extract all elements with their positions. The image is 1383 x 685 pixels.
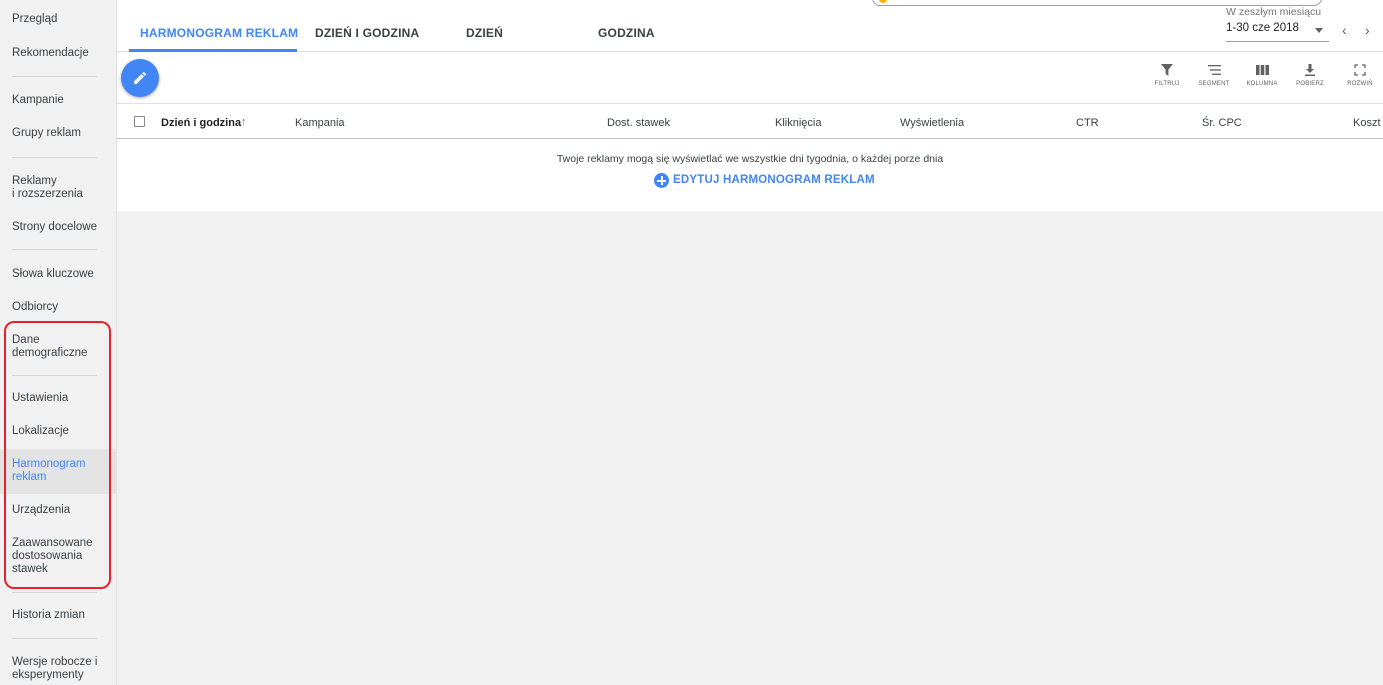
filter-label: FILTRUJ bbox=[1154, 81, 1180, 87]
sidebar-divider bbox=[12, 157, 97, 158]
download-button[interactable]: POBIERZ bbox=[1290, 64, 1330, 87]
pencil-icon bbox=[134, 71, 147, 84]
date-range-caption: W zeszłym miesiącu bbox=[1226, 6, 1322, 18]
main-panel: HARMONOGRAM REKLAM DZIEŃ I GODZINA DZIEŃ… bbox=[117, 0, 1383, 211]
filter-icon bbox=[1161, 64, 1173, 76]
date-range-underline bbox=[1226, 41, 1329, 42]
columns-label: KOLUMNA bbox=[1246, 81, 1278, 87]
column-header-sr-cpc[interactable]: Śr. CPC bbox=[1202, 117, 1242, 129]
sidebar-divider bbox=[12, 638, 97, 639]
column-header-dzien-i-godzina[interactable]: Dzień i godzina bbox=[161, 117, 241, 129]
column-header-koszt[interactable]: Koszt bbox=[1353, 117, 1381, 129]
tab-godzina[interactable]: GODZINA bbox=[598, 26, 655, 40]
sidebar-item-odbiorcy[interactable]: Odbiorcy bbox=[0, 301, 116, 314]
table-toolbar: FILTRUJ SEGMENT KOLUMNA POBIERZ ROZWIŃ bbox=[117, 52, 1383, 104]
sidebar-item-rekomendacje[interactable]: Rekomendacje bbox=[0, 47, 116, 60]
chevron-left-icon[interactable]: ‹ bbox=[1342, 22, 1347, 38]
column-header-klikniecia[interactable]: Kliknięcia bbox=[775, 117, 821, 129]
sidebar-item-kampanie[interactable]: Kampanie bbox=[0, 94, 116, 107]
sidebar-item-wersje-robocze[interactable]: Wersje robocze i eksperymenty bbox=[0, 656, 116, 682]
sidebar-item-lokalizacje[interactable]: Lokalizacje bbox=[0, 425, 116, 438]
tab-dzien-i-godzina[interactable]: DZIEŃ I GODZINA bbox=[315, 26, 419, 40]
sidebar-item-zaawansowane-dostosowania-stawek[interactable]: Zaawansowane dostosowania stawek bbox=[0, 537, 116, 576]
sidebar-item-slowa-kluczowe[interactable]: Słowa kluczowe bbox=[0, 268, 116, 281]
column-header-ctr[interactable]: CTR bbox=[1076, 117, 1099, 129]
sidebar-divider bbox=[12, 76, 97, 77]
sort-ascending-icon[interactable]: ↑ bbox=[241, 116, 247, 128]
sidebar-nav: Przegląd Rekomendacje Kampanie Grupy rek… bbox=[0, 0, 117, 685]
segment-button[interactable]: SEGMENT bbox=[1194, 64, 1234, 87]
chevron-right-icon[interactable]: › bbox=[1365, 22, 1370, 38]
sidebar-item-przeglad[interactable]: Przegląd bbox=[0, 13, 116, 26]
segment-label: SEGMENT bbox=[1198, 81, 1230, 87]
sidebar-item-historia-zmian[interactable]: Historia zmian bbox=[0, 609, 116, 622]
column-header-wyswietlenia[interactable]: Wyświetlenia bbox=[900, 117, 964, 129]
tab-dzien[interactable]: DZIEŃ bbox=[466, 26, 503, 40]
fullscreen-button[interactable]: ROZWIŃ bbox=[1340, 64, 1380, 87]
sidebar-item-harmonogram-reklam[interactable]: Harmonogram reklam bbox=[0, 449, 116, 494]
filter-button[interactable]: FILTRUJ bbox=[1147, 64, 1187, 87]
fullscreen-icon bbox=[1354, 64, 1366, 76]
sidebar-item-ustawienia[interactable]: Ustawienia bbox=[0, 392, 116, 405]
date-range-selector[interactable]: 1-30 cze 2018 bbox=[1226, 22, 1299, 34]
edit-ad-schedule-label: EDYTUJ HARMONOGRAM REKLAM bbox=[673, 174, 875, 186]
column-header-kampania[interactable]: Kampania bbox=[295, 117, 345, 129]
sidebar-item-strony-docelowe[interactable]: Strony docelowe bbox=[0, 221, 116, 234]
columns-icon bbox=[1255, 65, 1269, 75]
select-all-checkbox[interactable] bbox=[134, 116, 145, 127]
empty-state-message: Twoje reklamy mogą się wyświetlać we wsz… bbox=[556, 153, 944, 165]
sidebar-divider bbox=[12, 249, 97, 250]
download-label: POBIERZ bbox=[1296, 81, 1324, 87]
sidebar-item-urzadzenia[interactable]: Urządzenia bbox=[0, 504, 116, 517]
download-icon bbox=[1305, 64, 1315, 76]
edit-fab-button[interactable] bbox=[121, 59, 159, 97]
add-circle-icon bbox=[654, 173, 669, 188]
notification-dot-icon bbox=[879, 0, 887, 3]
columns-button[interactable]: KOLUMNA bbox=[1242, 64, 1282, 87]
sidebar-divider bbox=[12, 375, 97, 376]
fullscreen-label: ROZWIŃ bbox=[1347, 81, 1373, 87]
tab-harmonogram-reklam[interactable]: HARMONOGRAM REKLAM bbox=[140, 26, 298, 40]
segment-icon bbox=[1207, 65, 1221, 75]
dropdown-caret-icon[interactable] bbox=[1315, 28, 1323, 33]
sidebar-divider bbox=[12, 592, 97, 593]
table-header: Dzień i godzina ↑ Kampania Dost. stawek … bbox=[117, 104, 1383, 139]
sidebar-item-grupy-reklam[interactable]: Grupy reklam bbox=[0, 127, 116, 140]
sidebar-item-reklamy[interactable]: Reklamy i rozszerzenia bbox=[0, 175, 116, 201]
sidebar-item-dane-demograficzne[interactable]: Dane demograficzne bbox=[0, 334, 116, 360]
tab-bar: HARMONOGRAM REKLAM DZIEŃ I GODZINA DZIEŃ… bbox=[117, 0, 1383, 52]
column-header-dost-stawek[interactable]: Dost. stawek bbox=[607, 117, 670, 129]
